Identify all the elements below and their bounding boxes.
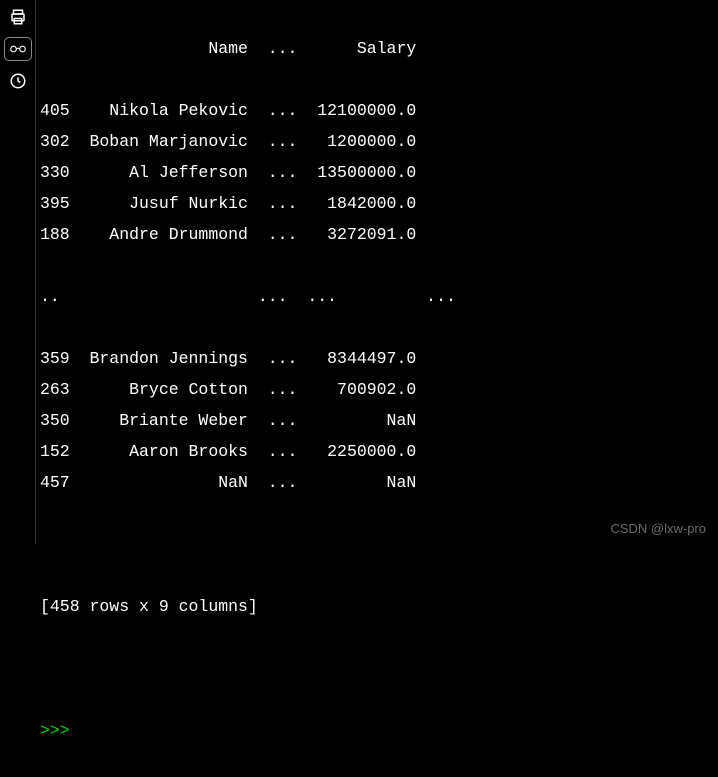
summary-line: [458 rows x 9 columns]: [40, 591, 714, 622]
table-row: 263 Bryce Cotton ... 700902.0: [40, 374, 714, 405]
print-icon[interactable]: [7, 6, 29, 28]
sidebar: [0, 0, 36, 544]
table-row: 395 Jusuf Nurkic ... 1842000.0: [40, 188, 714, 219]
table-row: 457 NaN ... NaN: [40, 467, 714, 498]
table-row: 330 Al Jefferson ... 13500000.0: [40, 157, 714, 188]
table-row: 302 Boban Marjanovic ... 1200000.0: [40, 126, 714, 157]
table-row: 152 Aaron Brooks ... 2250000.0: [40, 436, 714, 467]
glasses-icon[interactable]: [5, 38, 31, 60]
ellipsis-row: .. ... ... ...: [40, 281, 714, 312]
watermark: CSDN @lxw-pro: [610, 521, 706, 536]
table-row: 405 Nikola Pekovic ... 12100000.0: [40, 95, 714, 126]
table-row: 188 Andre Drummond ... 3272091.0: [40, 219, 714, 250]
blank-line: [40, 653, 714, 684]
table-row: 350 Briante Weber ... NaN: [40, 405, 714, 436]
prompt-line[interactable]: >>>: [40, 715, 714, 746]
terminal-output: Name ... Salary 405 Nikola Pekovic ... 1…: [36, 0, 718, 544]
table-row: 359 Brandon Jennings ... 8344497.0: [40, 343, 714, 374]
table-header: Name ... Salary: [40, 33, 714, 64]
history-icon[interactable]: [7, 70, 29, 92]
